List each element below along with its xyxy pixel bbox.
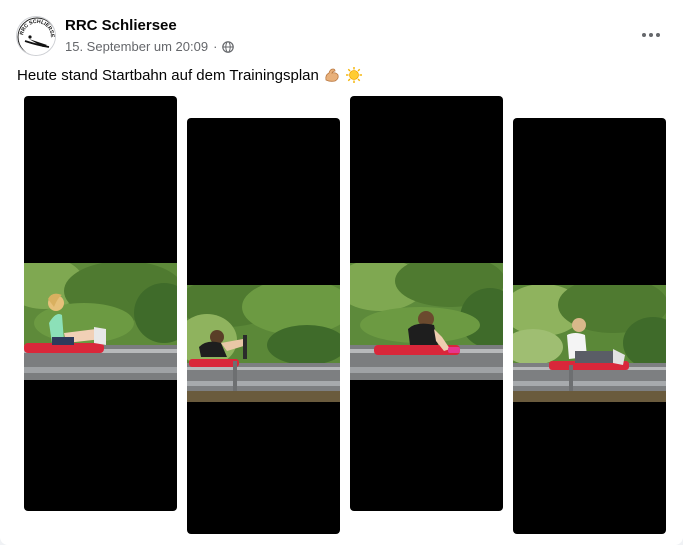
post-meta: 15. September um 20:09 · [65, 39, 235, 54]
meta-separator: · [213, 39, 218, 54]
frame-photo [24, 263, 177, 380]
club-logo-icon: RRC SCHLIERSEE [17, 17, 55, 55]
frame-photo [187, 285, 340, 402]
sun-icon [345, 67, 362, 83]
video-frame-1[interactable] [24, 96, 177, 511]
post-text-row: Heute stand Startbahn auf dem Trainingsp… [17, 66, 363, 84]
more-options-dot [649, 33, 653, 37]
post-card: RRC SCHLIERSEE RRC Schliersee 15. Septem… [0, 0, 683, 545]
flexed-biceps-icon [325, 68, 339, 82]
more-options-button[interactable] [633, 22, 669, 48]
video-frame-2[interactable] [187, 118, 340, 534]
post-timestamp[interactable]: 15. September um 20:09 [65, 39, 208, 54]
more-options-dot [656, 33, 660, 37]
video-frame-4[interactable] [513, 118, 666, 534]
video-frame-3[interactable] [350, 96, 503, 511]
globe-icon[interactable] [222, 40, 235, 53]
frame-photo [513, 285, 666, 402]
more-options-icon [642, 33, 646, 37]
page-avatar[interactable]: RRC SCHLIERSEE [16, 16, 56, 56]
frame-photo [350, 263, 503, 380]
post-text: Heute stand Startbahn auf dem Trainingsp… [17, 66, 319, 84]
author-name[interactable]: RRC Schliersee [65, 17, 177, 34]
